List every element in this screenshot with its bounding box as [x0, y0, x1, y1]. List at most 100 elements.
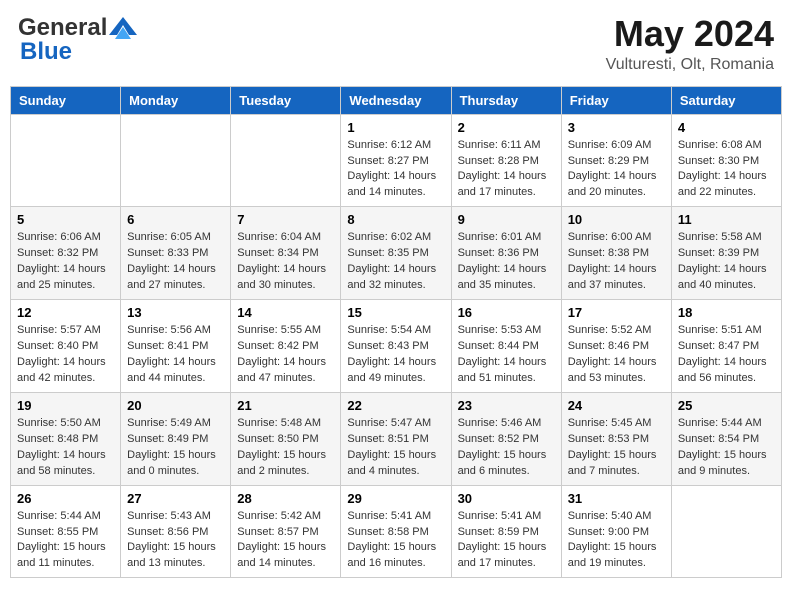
weekday-header-wednesday: Wednesday	[341, 86, 451, 114]
day-number: 29	[347, 491, 444, 506]
calendar-cell: 29 Sunrise: 5:41 AMSunset: 8:58 PMDayligh…	[341, 485, 451, 578]
day-number: 10	[568, 212, 665, 227]
day-info: Sunrise: 6:05 AMSunset: 8:33 PMDaylight:…	[127, 230, 224, 294]
calendar-cell: 1 Sunrise: 6:12 AMSunset: 8:27 PMDaylight…	[341, 114, 451, 207]
calendar-cell: 19Sunrise: 5:50 AMSunset: 8:48 PMDayligh…	[11, 392, 121, 485]
calendar-cell: 24 Sunrise: 5:45 AMSunset: 8:53 PMDayligh…	[561, 392, 671, 485]
calendar-cell: 18 Sunrise: 5:51 AMSunset: 8:47 PMDayligh…	[671, 300, 781, 393]
calendar-week-row: 5 Sunrise: 6:06 AMSunset: 8:32 PMDaylight…	[11, 207, 782, 300]
day-number: 22	[347, 398, 444, 413]
day-info: Sunrise: 5:40 AMSunset: 9:00 PMDaylight:…	[568, 509, 665, 573]
day-number: 19	[17, 398, 114, 413]
day-info: Sunrise: 5:51 AMSunset: 8:47 PMDaylight:…	[678, 323, 775, 387]
day-number: 4	[678, 120, 775, 135]
day-number: 12	[17, 305, 114, 320]
calendar-cell: 6 Sunrise: 6:05 AMSunset: 8:33 PMDaylight…	[121, 207, 231, 300]
calendar-cell: 26 Sunrise: 5:44 AMSunset: 8:55 PMDayligh…	[11, 485, 121, 578]
calendar-cell: 10 Sunrise: 6:00 AMSunset: 8:38 PMDayligh…	[561, 207, 671, 300]
day-number: 27	[127, 491, 224, 506]
day-info: Sunrise: 5:45 AMSunset: 8:53 PMDaylight:…	[568, 416, 665, 480]
calendar-cell: 22 Sunrise: 5:47 AMSunset: 8:51 PMDayligh…	[341, 392, 451, 485]
day-info: Sunrise: 6:06 AMSunset: 8:32 PMDaylight:…	[17, 230, 114, 294]
day-number: 1	[347, 120, 444, 135]
day-info: Sunrise: 6:08 AMSunset: 8:30 PMDaylight:…	[678, 138, 775, 202]
day-info: Sunrise: 5:47 AMSunset: 8:51 PMDaylight:…	[347, 416, 444, 480]
day-number: 18	[678, 305, 775, 320]
day-info: Sunrise: 5:58 AMSunset: 8:39 PMDaylight:…	[678, 230, 775, 294]
day-info: Sunrise: 5:44 AMSunset: 8:55 PMDaylight:…	[17, 509, 114, 573]
day-info: Sunrise: 5:48 AMSunset: 8:50 PMDaylight:…	[237, 416, 334, 480]
calendar-cell: 5 Sunrise: 6:06 AMSunset: 8:32 PMDaylight…	[11, 207, 121, 300]
calendar-cell	[11, 114, 121, 207]
calendar-cell	[121, 114, 231, 207]
calendar-cell	[231, 114, 341, 207]
title-block: May 2024 Vulturesti, Olt, Romania	[606, 14, 774, 74]
day-info: Sunrise: 5:49 AMSunset: 8:49 PMDaylight:…	[127, 416, 224, 480]
weekday-header-monday: Monday	[121, 86, 231, 114]
day-info: Sunrise: 5:57 AMSunset: 8:40 PMDaylight:…	[17, 323, 114, 387]
calendar-cell: 12 Sunrise: 5:57 AMSunset: 8:40 PMDayligh…	[11, 300, 121, 393]
day-number: 30	[458, 491, 555, 506]
calendar-cell: 14Sunrise: 5:55 AMSunset: 8:42 PMDayligh…	[231, 300, 341, 393]
day-info: Sunrise: 5:41 AMSunset: 8:58 PMDaylight:…	[347, 509, 444, 573]
day-number: 9	[458, 212, 555, 227]
calendar-week-row: 12 Sunrise: 5:57 AMSunset: 8:40 PMDayligh…	[11, 300, 782, 393]
day-number: 7	[237, 212, 334, 227]
calendar-cell: 8Sunrise: 6:02 AMSunset: 8:35 PMDaylight…	[341, 207, 451, 300]
logo-icon	[109, 17, 137, 39]
calendar-cell: 3 Sunrise: 6:09 AMSunset: 8:29 PMDaylight…	[561, 114, 671, 207]
day-number: 24	[568, 398, 665, 413]
day-number: 3	[568, 120, 665, 135]
location-subtitle: Vulturesti, Olt, Romania	[606, 56, 774, 74]
calendar-cell: 13Sunrise: 5:56 AMSunset: 8:41 PMDayligh…	[121, 300, 231, 393]
day-number: 25	[678, 398, 775, 413]
weekday-header-sunday: Sunday	[11, 86, 121, 114]
day-number: 13	[127, 305, 224, 320]
day-number: 16	[458, 305, 555, 320]
calendar-cell: 16 Sunrise: 5:53 AMSunset: 8:44 PMDayligh…	[451, 300, 561, 393]
day-number: 11	[678, 212, 775, 227]
calendar-week-row: 1 Sunrise: 6:12 AMSunset: 8:27 PMDaylight…	[11, 114, 782, 207]
page-header: General Blue May 2024 Vulturesti, Olt, R…	[10, 10, 782, 78]
day-info: Sunrise: 5:53 AMSunset: 8:44 PMDaylight:…	[458, 323, 555, 387]
day-number: 15	[347, 305, 444, 320]
day-info: Sunrise: 5:52 AMSunset: 8:46 PMDaylight:…	[568, 323, 665, 387]
day-number: 6	[127, 212, 224, 227]
day-info: Sunrise: 5:42 AMSunset: 8:57 PMDaylight:…	[237, 509, 334, 573]
day-number: 8	[347, 212, 444, 227]
calendar-cell	[671, 485, 781, 578]
day-info: Sunrise: 6:00 AMSunset: 8:38 PMDaylight:…	[568, 230, 665, 294]
day-number: 31	[568, 491, 665, 506]
day-info: Sunrise: 6:04 AMSunset: 8:34 PMDaylight:…	[237, 230, 334, 294]
calendar-cell: 15Sunrise: 5:54 AMSunset: 8:43 PMDayligh…	[341, 300, 451, 393]
day-number: 2	[458, 120, 555, 135]
calendar-cell: 7 Sunrise: 6:04 AMSunset: 8:34 PMDaylight…	[231, 207, 341, 300]
day-number: 28	[237, 491, 334, 506]
day-info: Sunrise: 6:12 AMSunset: 8:27 PMDaylight:…	[347, 138, 444, 202]
month-year-title: May 2024	[606, 14, 774, 54]
day-info: Sunrise: 5:46 AMSunset: 8:52 PMDaylight:…	[458, 416, 555, 480]
weekday-header-friday: Friday	[561, 86, 671, 114]
weekday-header-thursday: Thursday	[451, 86, 561, 114]
day-info: Sunrise: 6:11 AMSunset: 8:28 PMDaylight:…	[458, 138, 555, 202]
day-info: Sunrise: 6:09 AMSunset: 8:29 PMDaylight:…	[568, 138, 665, 202]
day-number: 21	[237, 398, 334, 413]
weekday-header-tuesday: Tuesday	[231, 86, 341, 114]
day-number: 26	[17, 491, 114, 506]
day-info: Sunrise: 6:01 AMSunset: 8:36 PMDaylight:…	[458, 230, 555, 294]
calendar-cell: 20Sunrise: 5:49 AMSunset: 8:49 PMDayligh…	[121, 392, 231, 485]
day-info: Sunrise: 5:44 AMSunset: 8:54 PMDaylight:…	[678, 416, 775, 480]
calendar-cell: 30Sunrise: 5:41 AMSunset: 8:59 PMDayligh…	[451, 485, 561, 578]
day-info: Sunrise: 5:55 AMSunset: 8:42 PMDaylight:…	[237, 323, 334, 387]
logo-blue-text: Blue	[20, 38, 72, 66]
calendar-week-row: 26 Sunrise: 5:44 AMSunset: 8:55 PMDayligh…	[11, 485, 782, 578]
calendar-cell: 25 Sunrise: 5:44 AMSunset: 8:54 PMDayligh…	[671, 392, 781, 485]
calendar-cell: 17Sunrise: 5:52 AMSunset: 8:46 PMDayligh…	[561, 300, 671, 393]
calendar-cell: 21 Sunrise: 5:48 AMSunset: 8:50 PMDayligh…	[231, 392, 341, 485]
calendar-cell: 11 Sunrise: 5:58 AMSunset: 8:39 PMDayligh…	[671, 207, 781, 300]
calendar-cell: 23Sunrise: 5:46 AMSunset: 8:52 PMDayligh…	[451, 392, 561, 485]
day-number: 5	[17, 212, 114, 227]
calendar-cell: 27 Sunrise: 5:43 AMSunset: 8:56 PMDayligh…	[121, 485, 231, 578]
day-info: Sunrise: 5:43 AMSunset: 8:56 PMDaylight:…	[127, 509, 224, 573]
calendar-cell: 31 Sunrise: 5:40 AMSunset: 9:00 PMDayligh…	[561, 485, 671, 578]
